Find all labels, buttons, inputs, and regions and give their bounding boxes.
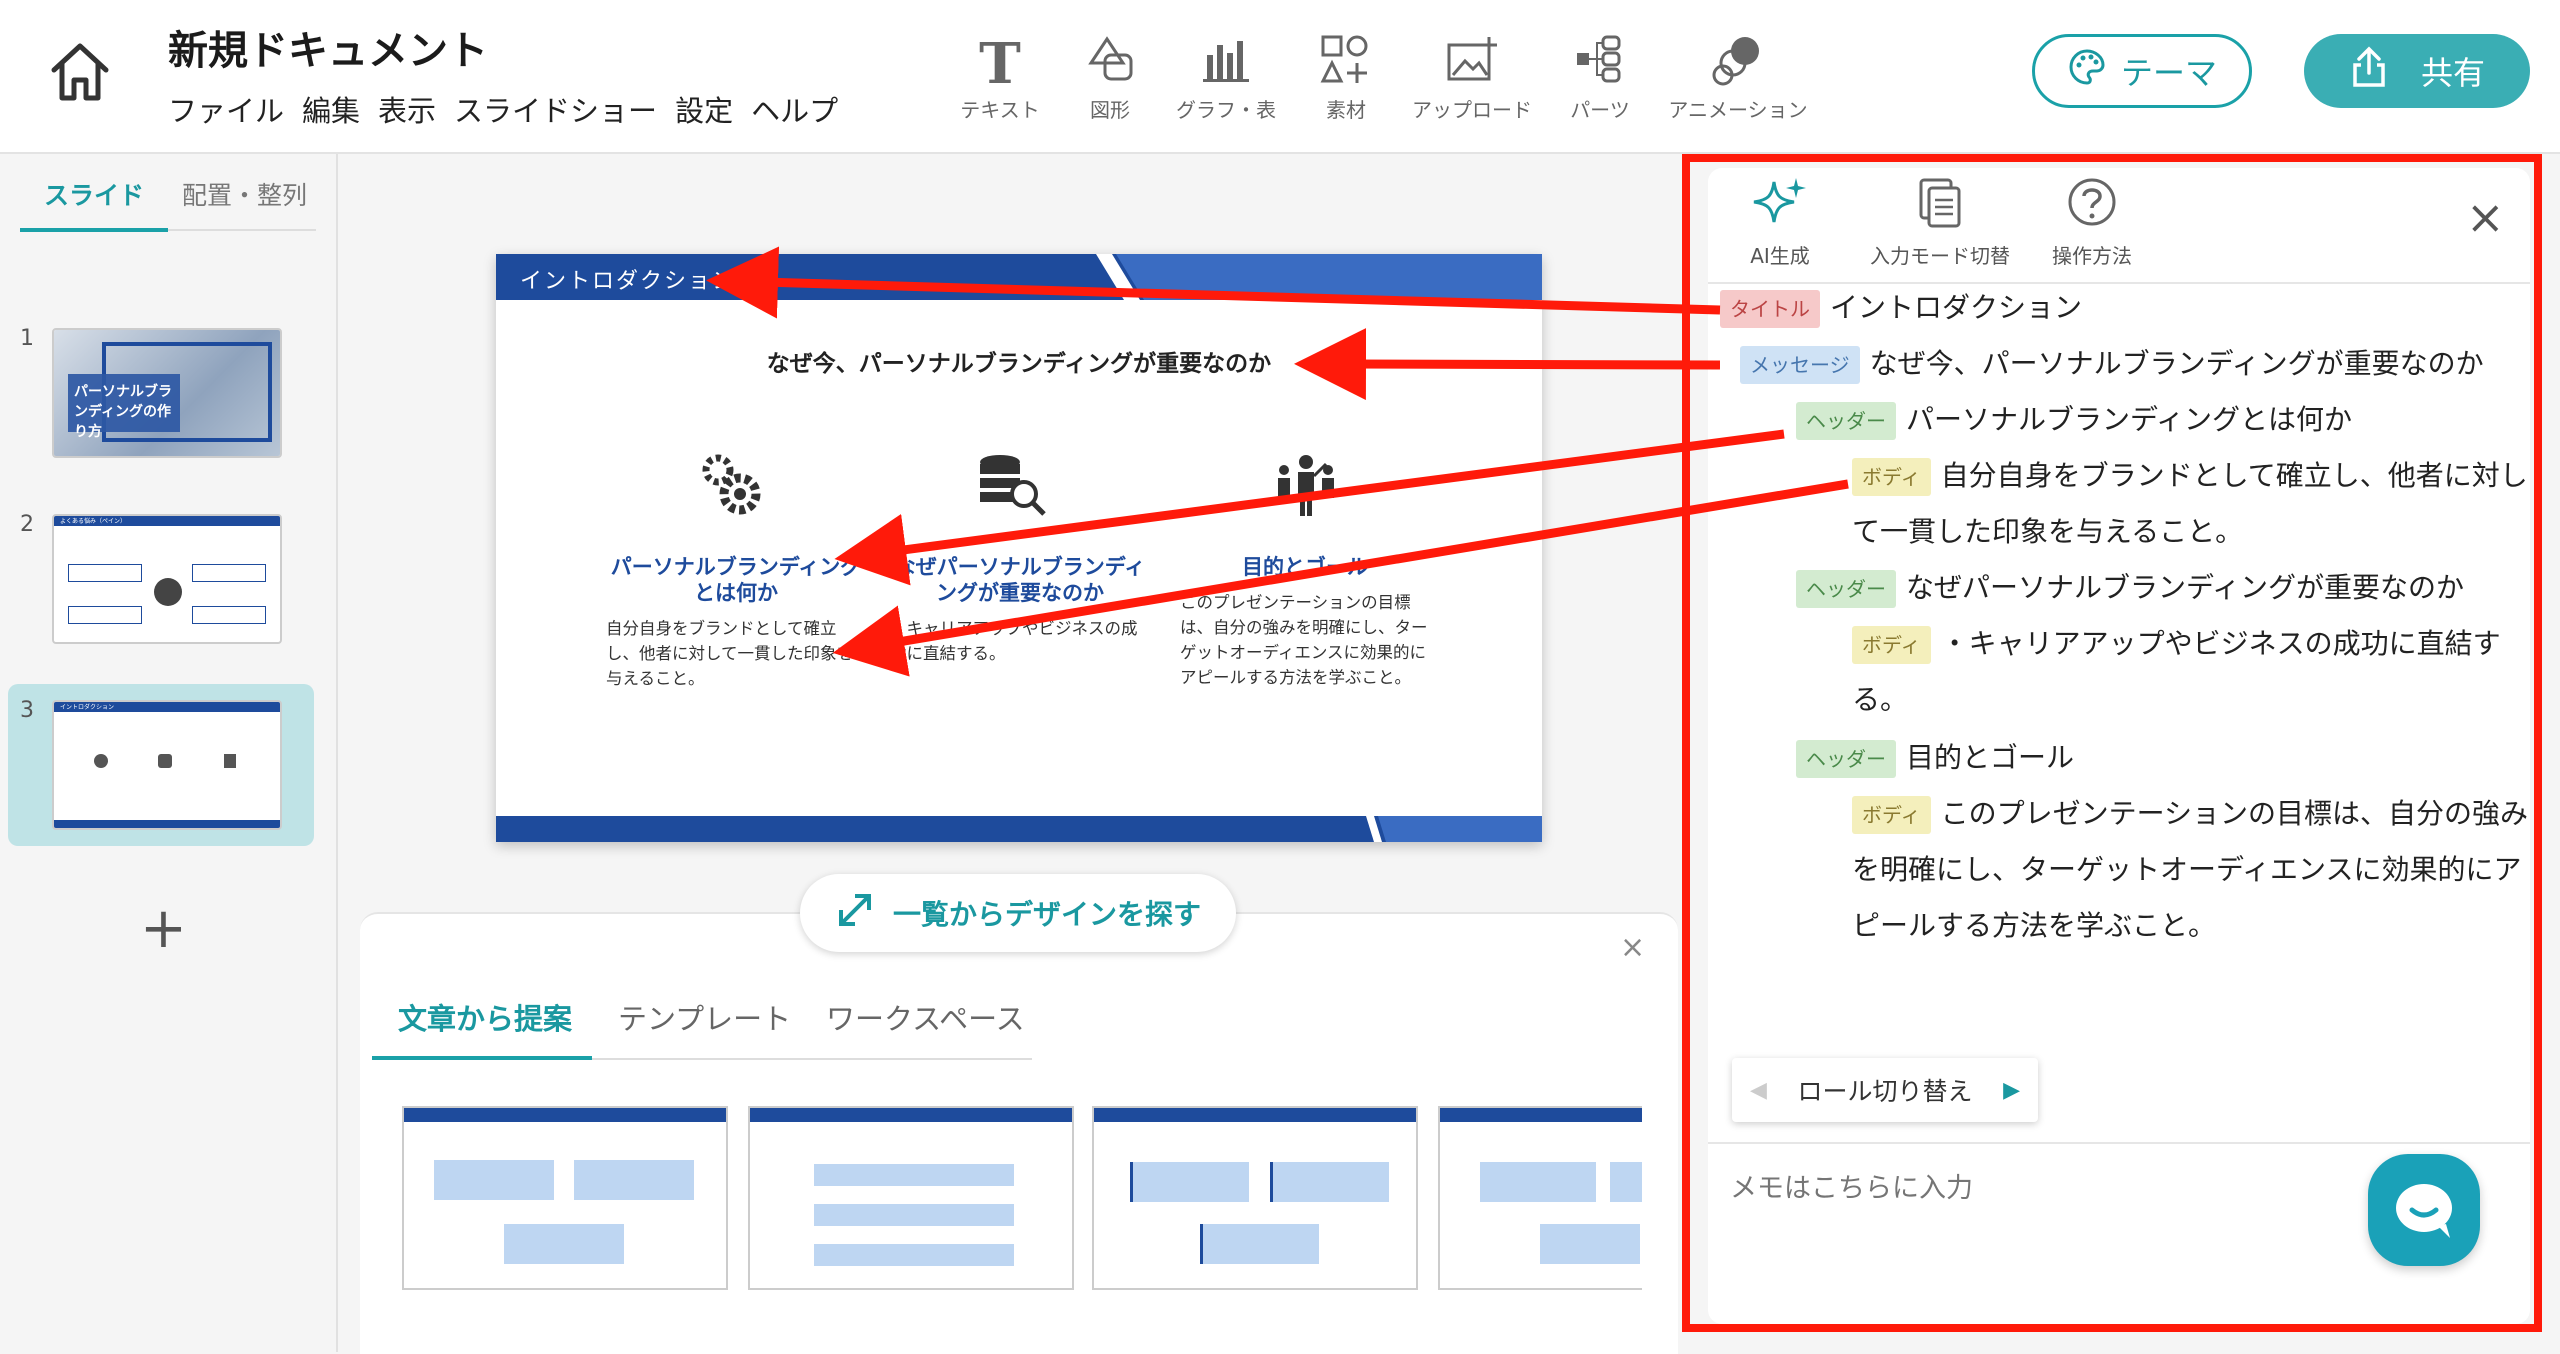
- slide-title[interactable]: イントロダクション: [520, 263, 736, 295]
- tab-slides[interactable]: スライド: [44, 176, 144, 212]
- tab-workspace[interactable]: ワークスペース: [826, 996, 1025, 1038]
- menu-help[interactable]: ヘルプ: [751, 88, 838, 130]
- design-option-1[interactable]: [402, 1106, 728, 1290]
- design-tab-divider: [592, 1058, 1032, 1060]
- header-stripe: [1096, 254, 1542, 300]
- theme-label: テーマ: [2120, 54, 2217, 92]
- chart-icon: [1156, 28, 1296, 92]
- thumbnail-number: 3: [20, 698, 34, 723]
- tool-label: 素材: [1326, 98, 1366, 122]
- column-header: 目的とゴール: [1242, 555, 1368, 579]
- column-body: このプレゼンテーションの目標は、自分の強みを明確にし、ターゲットオーディエンスに…: [1180, 593, 1428, 687]
- share-icon: [2349, 45, 2389, 97]
- expand-arrows-icon: [835, 890, 875, 937]
- tool-animation[interactable]: アニメーション: [1668, 28, 1808, 123]
- slide-column-2[interactable]: なぜパーソナルブランディングが重要なのか ・キャリアアップやビジネスの成功に直結…: [890, 554, 1150, 666]
- thumbnail-title: イントロダクション: [60, 704, 115, 711]
- theme-button[interactable]: テーマ: [2032, 34, 2252, 108]
- add-slide-button[interactable]: +: [140, 896, 187, 961]
- slide-message[interactable]: なぜ今、パーソナルブランディングが重要なのか: [496, 344, 1542, 378]
- menu-edit[interactable]: 編集: [302, 88, 360, 130]
- animation-icon: [1668, 28, 1808, 92]
- tab-suggest-from-text[interactable]: 文章から提案: [398, 996, 572, 1038]
- slide-column-1[interactable]: パーソナルブランディングとは何か 自分自身をブランドとして確立し、他者に対して一…: [606, 554, 866, 691]
- footer-stripe: [1366, 816, 1542, 842]
- column-body: 自分自身をブランドとして確立し、他者に対して一貫した印象を与えること。: [606, 619, 854, 688]
- column-body: ・キャリアアップやビジネスの成功に直結する。: [890, 619, 1138, 663]
- menu-bar: ファイル 編集 表示 スライドショー 設定 ヘルプ: [168, 88, 856, 130]
- tool-label: パーツ: [1570, 98, 1630, 122]
- slide-column-3[interactable]: 目的とゴール このプレゼンテーションの目標は、自分の強みを明確にし、ターゲットオ…: [1180, 554, 1430, 690]
- thumbnail-number: 2: [20, 512, 34, 537]
- tool-parts[interactable]: パーツ: [1530, 28, 1670, 123]
- menu-file[interactable]: ファイル: [168, 88, 284, 130]
- highlight-frame: [1682, 154, 2542, 1332]
- thumbnail-title: よくある悩み（ペイン）: [60, 518, 127, 525]
- slide-thumbnail-2[interactable]: よくある悩み（ペイン）: [52, 514, 282, 644]
- menu-slideshow[interactable]: スライドショー: [454, 88, 657, 130]
- slide-thumbnail-3[interactable]: イントロダクション: [52, 700, 282, 830]
- team-goal-icon: [1270, 450, 1342, 526]
- parts-icon: [1530, 28, 1670, 92]
- tool-chart[interactable]: グラフ・表: [1156, 28, 1296, 123]
- column-header: なぜパーソナルブランディングが重要なのか: [894, 555, 1146, 605]
- database-search-icon: [976, 450, 1052, 526]
- design-option-3[interactable]: [1092, 1106, 1418, 1290]
- design-panel-close-button[interactable]: ×: [1620, 930, 1645, 965]
- tool-assets[interactable]: 素材: [1276, 28, 1416, 123]
- tool-label: アップロード: [1412, 98, 1532, 122]
- menu-settings[interactable]: 設定: [675, 88, 733, 130]
- design-option-2[interactable]: [748, 1106, 1074, 1290]
- share-label: 共有: [2420, 54, 2485, 92]
- share-button[interactable]: 共有: [2304, 34, 2530, 108]
- column-header: パーソナルブランディングとは何か: [610, 555, 862, 605]
- svg-text:T: T: [979, 33, 1021, 87]
- tool-upload[interactable]: アップロード: [1402, 28, 1542, 123]
- palette-icon: [2067, 47, 2107, 95]
- tool-label: アニメーション: [1668, 98, 1808, 122]
- gear-icon: [696, 450, 768, 526]
- tab-arrange[interactable]: 配置・整列: [182, 176, 307, 212]
- slide-canvas[interactable]: イントロダクション なぜ今、パーソナルブランディングが重要なのか パーソナルブラ…: [496, 254, 1542, 842]
- thumbnail-title: パーソナルブランディングの作り方: [74, 384, 172, 440]
- find-design-label: 一覧からデザインを探す: [892, 898, 1201, 931]
- active-tab-indicator: [20, 228, 168, 232]
- document-title[interactable]: 新規ドキュメント: [168, 18, 488, 76]
- tab-divider: [168, 229, 316, 231]
- upload-image-icon: [1402, 28, 1542, 92]
- assets-icon: [1276, 28, 1416, 92]
- home-icon[interactable]: [44, 36, 116, 108]
- slide-thumbnail-1[interactable]: パーソナルブランディングの作り方: [52, 328, 282, 458]
- tab-templates[interactable]: テンプレート: [618, 996, 791, 1038]
- design-tab-indicator: [372, 1056, 592, 1060]
- find-design-button[interactable]: 一覧からデザインを探す: [800, 874, 1236, 952]
- menu-view[interactable]: 表示: [378, 88, 436, 130]
- thumbnail-number: 1: [20, 326, 34, 351]
- tool-label: グラフ・表: [1176, 98, 1276, 122]
- design-option-4[interactable]: [1438, 1106, 1642, 1290]
